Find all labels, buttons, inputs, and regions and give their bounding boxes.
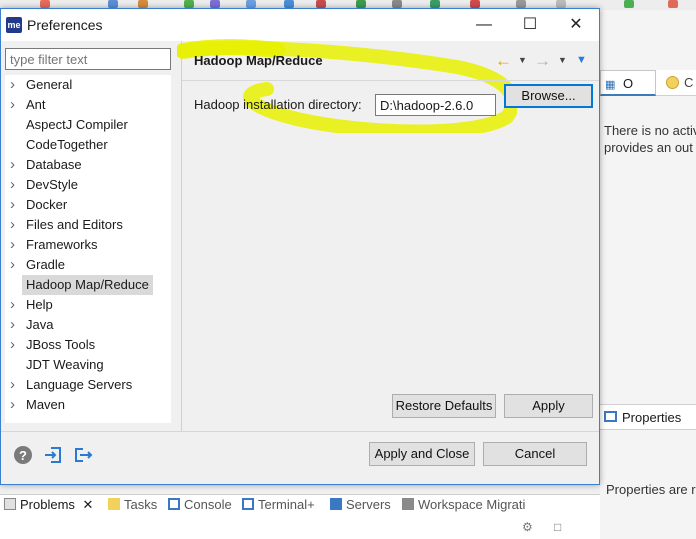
preferences-tree: › General › Ant AspectJ Compiler CodeTogether…: [5, 75, 171, 423]
tree-item[interactable]: › Database: [5, 155, 171, 175]
tree-item[interactable]: › Maven: [5, 395, 171, 415]
view-icon: [666, 76, 679, 89]
chevron-right-icon[interactable]: ›: [10, 155, 15, 175]
tree-item-label: Maven: [26, 397, 66, 412]
tree-item[interactable]: › Docker: [5, 195, 171, 215]
tree-item-label: JDT Weaving: [26, 357, 104, 372]
browse-button[interactable]: Browse...: [504, 84, 593, 108]
chevron-right-icon[interactable]: ›: [10, 95, 15, 115]
tree-item-label: Language Servers: [26, 377, 133, 392]
export-icon[interactable]: [73, 445, 93, 465]
page-separator: [182, 80, 599, 81]
tree-item[interactable]: CodeTogether: [5, 135, 171, 155]
tree-item[interactable]: › Files and Editors: [5, 215, 171, 235]
tree-item[interactable]: JDT Weaving: [5, 355, 171, 375]
tree-item-label: Java: [26, 317, 54, 332]
chevron-right-icon[interactable]: ›: [10, 195, 15, 215]
import-icon[interactable]: [43, 445, 63, 465]
tree-item[interactable]: › Frameworks: [5, 235, 171, 255]
apply-button[interactable]: Apply: [504, 394, 593, 418]
chevron-right-icon[interactable]: ›: [10, 215, 15, 235]
help-icon[interactable]: ?: [13, 445, 33, 465]
outline-tabbar: ▦ O C: [600, 70, 696, 96]
tree-item-label: JBoss Tools: [26, 337, 96, 352]
tab-workspace-migration[interactable]: Workspace Migrati: [402, 497, 525, 519]
close-icon[interactable]: ✕: [83, 497, 94, 512]
chevron-right-icon[interactable]: ›: [10, 235, 15, 255]
tab-servers[interactable]: Servers: [330, 497, 391, 519]
tree-item[interactable]: › Java: [5, 315, 171, 335]
eclipse-right-panel: ▦ O C There is no activ provides an out …: [600, 10, 696, 539]
tree-item-label: Ant: [26, 97, 46, 112]
chevron-right-icon[interactable]: ›: [10, 395, 15, 415]
tab-problems[interactable]: Problems ✕: [4, 497, 93, 519]
chevron-right-icon[interactable]: ›: [10, 315, 15, 335]
chevron-right-icon[interactable]: ›: [10, 75, 15, 95]
tasks-icon: [108, 498, 120, 510]
tree-item-label: Help: [26, 297, 53, 312]
tree-item-label: Gradle: [26, 257, 66, 272]
tree-item[interactable]: › General: [5, 75, 171, 95]
footer-separator: [1, 431, 599, 432]
close-icon[interactable]: ✕: [553, 9, 599, 41]
tree-item-label: Database: [26, 157, 82, 172]
tree-item-label: Files and Editors: [26, 217, 123, 232]
app-logo-icon: me: [6, 17, 22, 33]
terminal-icon: [242, 498, 254, 510]
tree-item[interactable]: › Gradle: [5, 255, 171, 275]
forward-dropdown-icon[interactable]: ▼: [558, 55, 567, 65]
tab-second[interactable]: C: [662, 70, 696, 96]
tree-item[interactable]: Hadoop Map/Reduce: [5, 275, 171, 295]
dialog-title: Preferences: [27, 17, 103, 33]
page-title: Hadoop Map/Reduce: [194, 53, 323, 68]
tree-item-label: DevStyle: [26, 177, 79, 192]
tab-outline[interactable]: ▦ O: [600, 70, 656, 96]
chevron-right-icon[interactable]: ›: [10, 295, 15, 315]
outline-message: There is no activ provides an out: [604, 123, 696, 155]
tree-item[interactable]: › Language Servers: [5, 375, 171, 395]
tree-item-label: Hadoop Map/Reduce: [22, 275, 153, 295]
tab-console[interactable]: Console: [168, 497, 232, 519]
tree-item-label: CodeTogether: [26, 137, 108, 152]
eclipse-bottom-panel: Problems ✕ Tasks Console Terminal+ Serve…: [0, 494, 600, 539]
preferences-dialog: me Preferences — ☐ ✕ ›General›AntAspectJ…: [0, 8, 600, 485]
back-dropdown-icon[interactable]: ▼: [518, 55, 527, 65]
apply-and-close-button[interactable]: Apply and Close: [369, 442, 475, 466]
back-icon[interactable]: ←: [495, 51, 512, 71]
yellow-highlight: [177, 39, 517, 133]
svg-text:?: ?: [19, 448, 27, 463]
hadoop-dir-input[interactable]: [375, 94, 496, 116]
settings-icon[interactable]: ⚙: [522, 520, 533, 534]
chevron-right-icon[interactable]: ›: [10, 175, 15, 195]
servers-icon: [330, 498, 342, 510]
tree-item[interactable]: AspectJ Compiler: [5, 115, 171, 135]
tree-item[interactable]: › JBoss Tools: [5, 335, 171, 355]
chevron-right-icon[interactable]: ›: [10, 255, 15, 275]
tree-item[interactable]: › Help: [5, 295, 171, 315]
fit-icon[interactable]: □: [554, 520, 561, 534]
filter-input[interactable]: [5, 48, 171, 70]
console-icon: [168, 498, 180, 510]
tab-properties[interactable]: Properties: [600, 404, 696, 430]
forward-icon[interactable]: →: [534, 51, 551, 71]
chevron-right-icon[interactable]: ›: [10, 335, 15, 355]
view-menu-icon[interactable]: ▼: [576, 54, 587, 66]
properties-icon: [604, 411, 617, 422]
tree-item-label: AspectJ Compiler: [26, 117, 128, 132]
tab-terminal[interactable]: Terminal+: [242, 497, 315, 519]
problems-icon: [4, 498, 16, 510]
cancel-button[interactable]: Cancel: [483, 442, 587, 466]
hadoop-dir-label: Hadoop installation directory:: [194, 97, 362, 112]
tab-tasks[interactable]: Tasks: [108, 497, 157, 519]
workspace-migration-icon: [402, 498, 414, 510]
tree-item-label: Frameworks: [26, 237, 98, 252]
restore-defaults-button[interactable]: Restore Defaults: [392, 394, 496, 418]
tree-item[interactable]: › Ant: [5, 95, 171, 115]
properties-message: Properties are r: [606, 482, 696, 497]
tree-item[interactable]: › DevStyle: [5, 175, 171, 195]
outline-icon: ▦: [605, 79, 616, 91]
tree-item-label: Docker: [26, 197, 68, 212]
tree-item-label: General: [26, 77, 73, 92]
chevron-right-icon[interactable]: ›: [10, 375, 15, 395]
